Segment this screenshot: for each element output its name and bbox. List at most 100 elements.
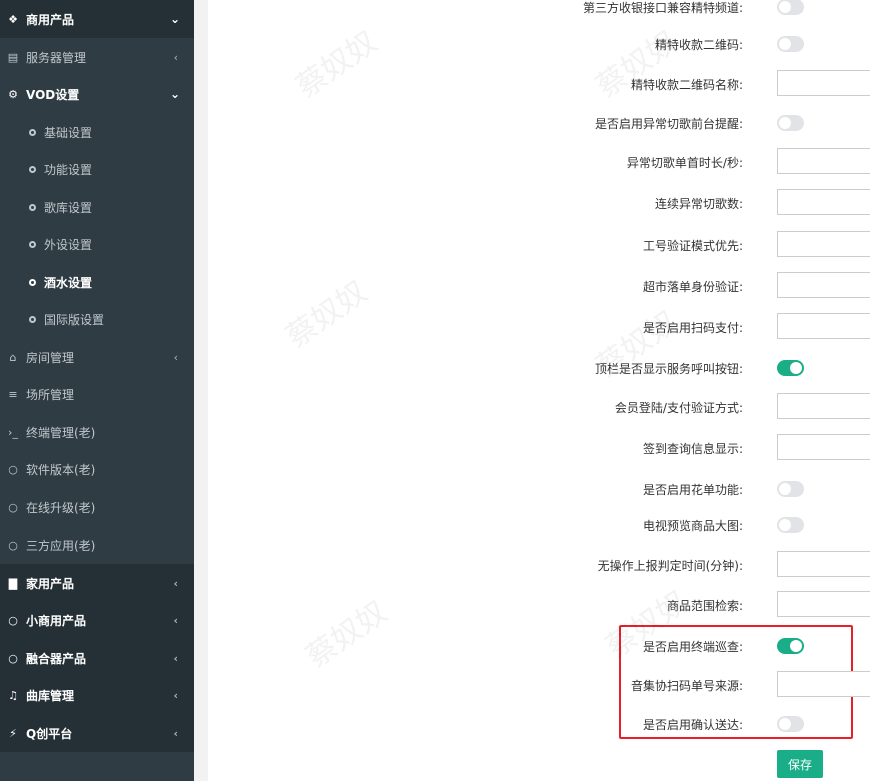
chevron-left-icon: ‹	[173, 726, 178, 740]
field-label: 超市落单身份验证:	[642, 280, 743, 294]
circle-icon: ○	[8, 500, 18, 514]
chevron-left-icon: ‹	[173, 350, 178, 364]
toggle-switch[interactable]	[777, 36, 804, 52]
text-input[interactable]	[777, 591, 870, 617]
file-icon: ▇	[8, 576, 18, 590]
text-input[interactable]	[777, 671, 870, 697]
nav-label: 服务器管理	[26, 50, 87, 65]
field-label: 签到查询信息显示:	[642, 442, 743, 456]
field-label: 是否启用花单功能:	[642, 483, 743, 497]
sidebar-subitem[interactable]: 歌库设置	[0, 188, 194, 226]
field-label: 是否启用确认送达:	[642, 718, 743, 732]
sidebar-item[interactable]: ○ 三方应用(老)	[0, 526, 194, 564]
chevron-left-icon: ‹	[173, 688, 178, 702]
text-input[interactable]	[777, 148, 870, 174]
sidebar-item[interactable]: ♫ 曲库管理 ‹	[0, 676, 194, 714]
gears-icon: ⚙	[8, 87, 18, 101]
nav-label: 家用产品	[26, 576, 75, 591]
chevron-left-icon: ‹	[173, 576, 178, 590]
sidebar-item[interactable]: ▇ 家用产品 ‹	[0, 564, 194, 602]
toggle-switch[interactable]	[777, 0, 804, 15]
chevron-left-icon: ‹	[173, 613, 178, 627]
bank-icon: ⌂	[9, 350, 17, 364]
sidebar-subitem[interactable]: 基础设置	[0, 113, 194, 151]
sidebar-item[interactable]: ▤ 服务器管理 ‹	[0, 38, 194, 76]
toggle-switch[interactable]	[777, 638, 804, 654]
field-label: 顶栏是否显示服务呼叫按钮:	[594, 362, 743, 376]
sidebar-divider	[194, 0, 208, 781]
chevron-down-icon: ⌄	[169, 12, 180, 26]
chevron-left-icon: ‹	[173, 651, 178, 665]
sidebar-item[interactable]: ○ 融合器产品 ‹	[0, 639, 194, 677]
sidebar-item[interactable]: ○ 小商用产品 ‹	[0, 601, 194, 639]
sidebar-item[interactable]: ›_ 终端管理(老)	[0, 413, 194, 451]
text-input[interactable]	[777, 231, 870, 257]
circle-icon	[29, 315, 36, 323]
field-label: 工号验证模式优先:	[642, 239, 743, 253]
nav-label: 软件版本(老)	[26, 462, 96, 477]
toggle-switch[interactable]	[777, 360, 804, 376]
nav-label: 终端管理(老)	[26, 425, 96, 440]
nav-label: 场所管理	[26, 387, 75, 402]
toggle-switch[interactable]	[777, 481, 804, 497]
circle-icon	[29, 165, 36, 173]
cubes-icon: ❖	[8, 12, 18, 26]
nav-label: 商用产品	[26, 12, 75, 27]
text-input[interactable]	[777, 70, 870, 96]
nav-label: 融合器产品	[26, 651, 87, 666]
sidebar-item[interactable]: ⚡ Q创平台 ‹	[0, 714, 194, 752]
field-label: 无操作上报判定时间(分钟):	[597, 559, 743, 573]
sidebar-subitem[interactable]: 功能设置	[0, 150, 194, 188]
text-input[interactable]	[777, 393, 870, 419]
circle-icon	[29, 128, 36, 136]
nav-label: VOD设置	[26, 87, 80, 102]
terminal-icon: ›_	[8, 425, 18, 439]
nav-label: Q创平台	[26, 726, 73, 741]
sidebar-item[interactable]: ⚙ VOD设置 ⌄	[0, 75, 194, 113]
text-input[interactable]	[777, 434, 870, 460]
sidebar: ❖ 商用产品 ⌄ ▤ 服务器管理 ‹ ⚙ VOD设置 ⌄ 基础设置 功能设置 歌库设置 外设设置 酒水设置…	[0, 0, 194, 781]
circle-icon: ○	[8, 613, 18, 627]
server-icon: ▤	[7, 50, 19, 64]
circle-icon: ○	[8, 651, 18, 665]
save-button[interactable]: 保存	[777, 750, 823, 778]
field-label: 连续异常切歌数:	[654, 197, 743, 211]
nav-label: 外设设置	[44, 237, 93, 252]
text-input[interactable]	[777, 189, 870, 215]
field-label: 精特收款二维码名称:	[630, 78, 743, 92]
field-label: 是否启用异常切歌前台提醒:	[594, 117, 743, 131]
sidebar-item[interactable]: ○ 在线升级(老)	[0, 488, 194, 526]
nav-label: 在线升级(老)	[26, 500, 96, 515]
music-icon: ♫	[8, 688, 18, 702]
toggle-switch[interactable]	[777, 517, 804, 533]
text-input[interactable]	[777, 272, 870, 298]
sidebar-subitem[interactable]: 国际版设置	[0, 300, 194, 338]
nav-label: 国际版设置	[44, 312, 105, 327]
field-label: 精特收款二维码:	[654, 38, 743, 52]
nav-label: 歌库设置	[44, 200, 93, 215]
sidebar-item[interactable]: ○ 软件版本(老)	[0, 450, 194, 488]
circle-icon	[29, 240, 36, 248]
field-label: 是否启用扫码支付:	[642, 321, 743, 335]
nav-label: 三方应用(老)	[26, 538, 96, 553]
field-label: 第三方收银接口兼容精特频道:	[582, 1, 743, 15]
text-input[interactable]	[777, 551, 870, 577]
circle-icon	[29, 203, 36, 211]
plug-icon: ⚡	[9, 726, 17, 740]
nav-label: 房间管理	[26, 350, 75, 365]
chevron-left-icon: ‹	[173, 50, 178, 64]
field-label: 商品范围检索:	[666, 599, 743, 613]
circle-icon	[29, 278, 36, 286]
field-label: 异常切歌单首时长/秒:	[626, 156, 743, 170]
toggle-switch[interactable]	[777, 115, 804, 131]
text-input[interactable]	[777, 313, 870, 339]
circle-icon: ○	[8, 462, 18, 476]
sidebar-item[interactable]: ≡ 场所管理	[0, 375, 194, 413]
sidebar-subitem[interactable]: 酒水设置	[0, 263, 194, 301]
sidebar-subitem[interactable]: 外设设置	[0, 225, 194, 263]
sidebar-item[interactable]: ⌂ 房间管理 ‹	[0, 338, 194, 376]
nav-label: 酒水设置	[44, 275, 93, 290]
nav-group-commercial[interactable]: ❖ 商用产品 ⌄	[0, 0, 194, 38]
circle-icon: ○	[8, 538, 18, 552]
toggle-switch[interactable]	[777, 716, 804, 732]
